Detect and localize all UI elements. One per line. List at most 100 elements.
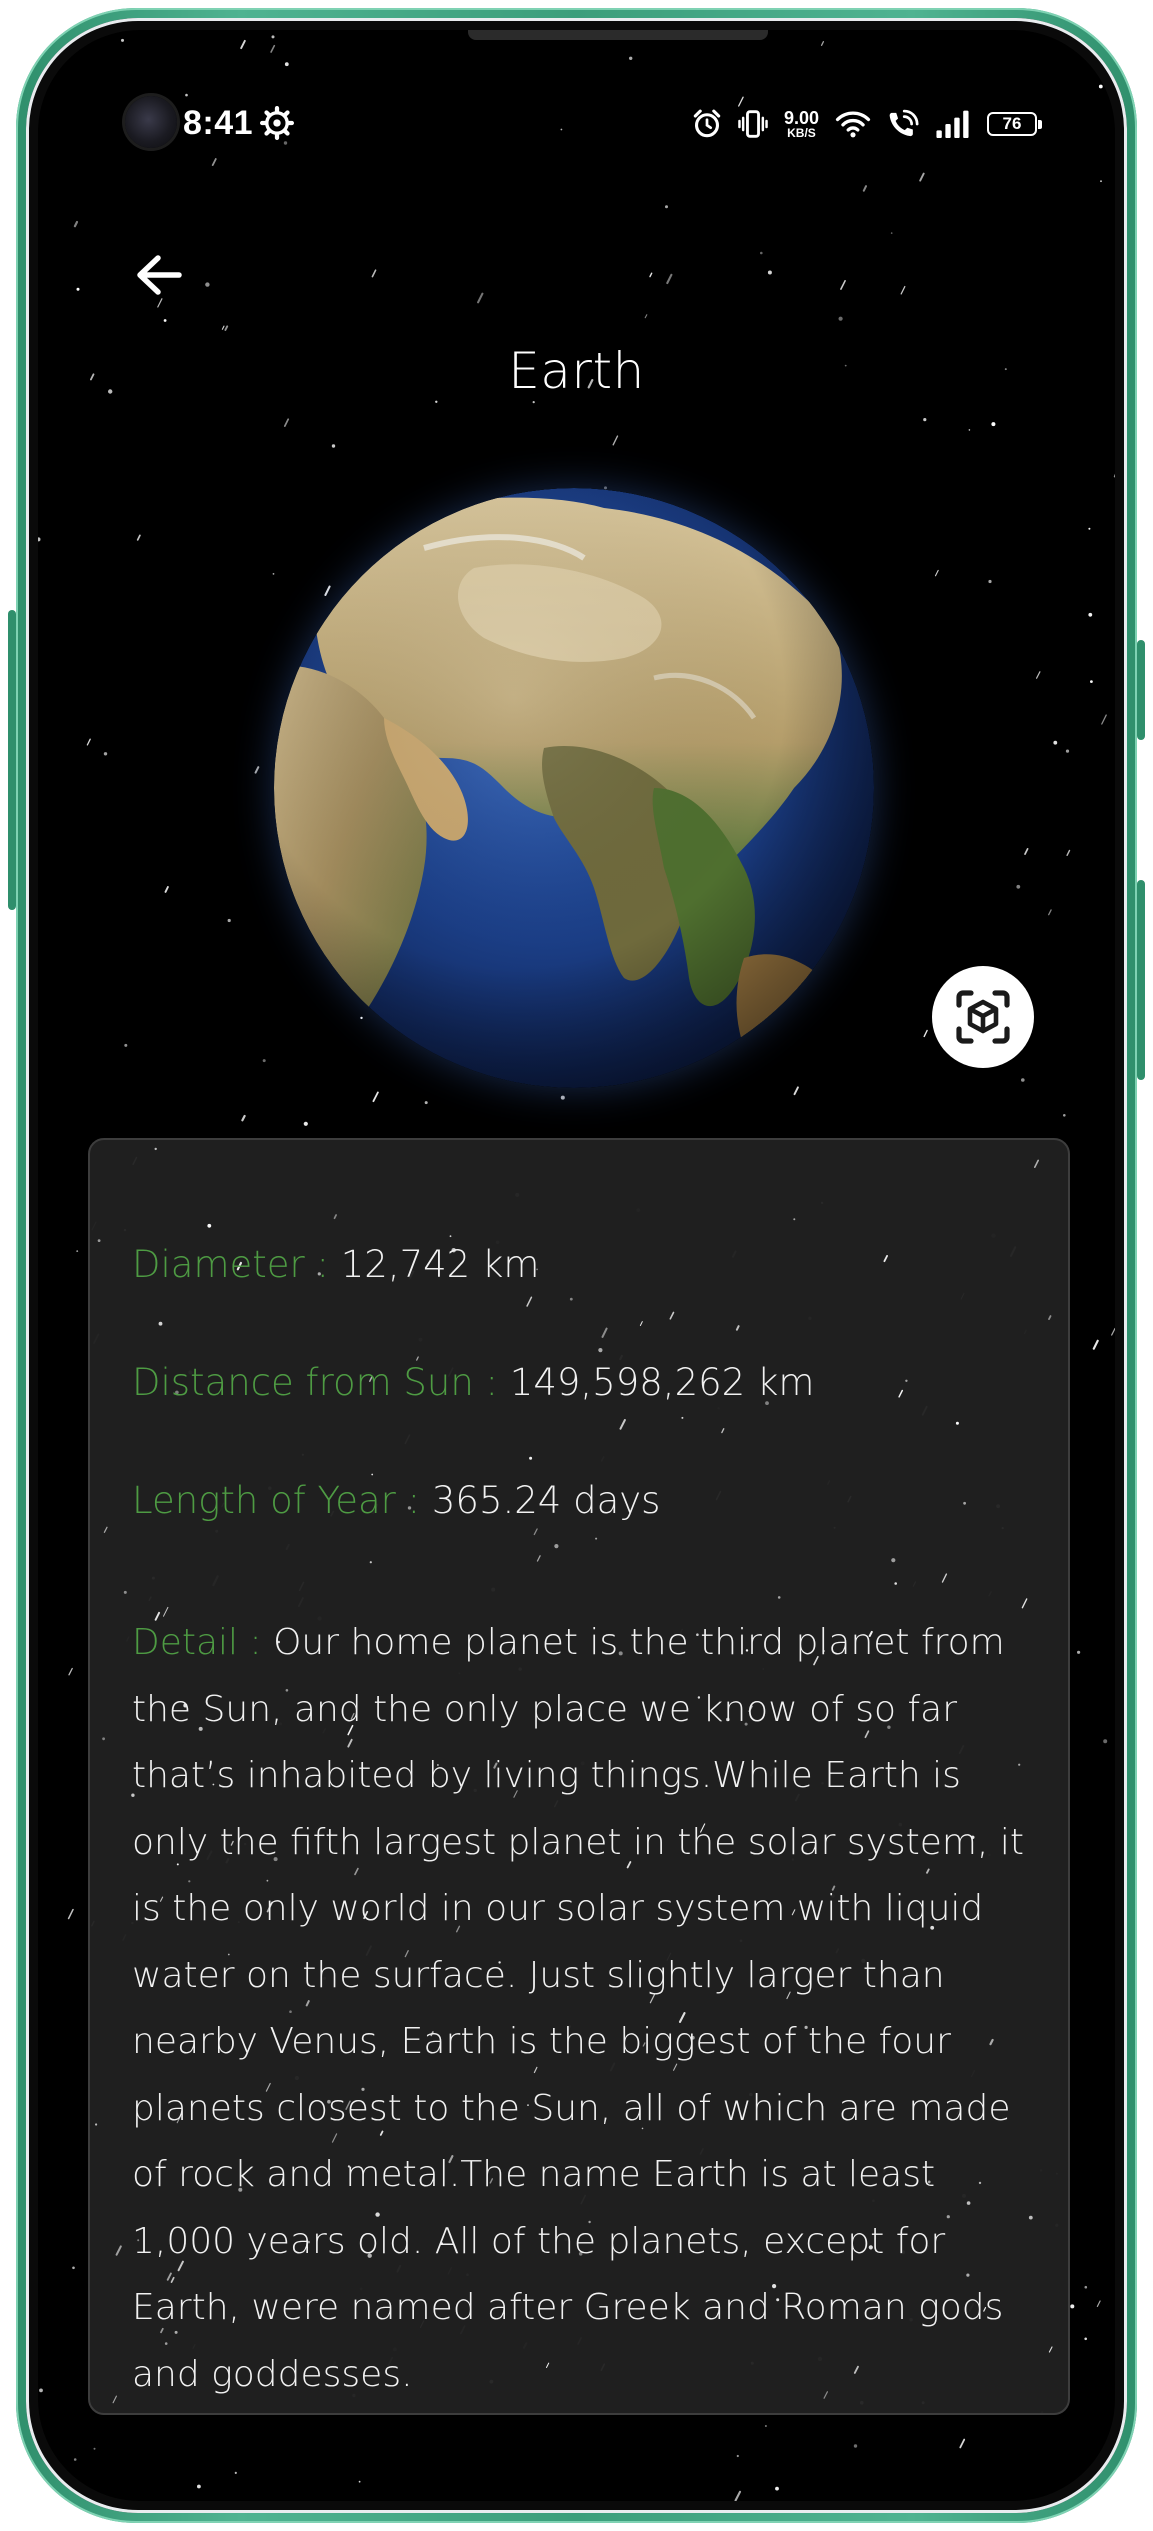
star: [185, 93, 188, 97]
back-button[interactable]: [124, 240, 194, 310]
star: [991, 422, 996, 427]
star: [86, 738, 91, 746]
star: [923, 1029, 928, 1038]
star: [533, 1528, 538, 1536]
network-speed: 9.00 KB/S: [784, 109, 819, 139]
star: [103, 1526, 108, 1533]
battery-icon: 76: [987, 112, 1042, 136]
star: [1063, 1114, 1066, 1117]
star: [595, 1537, 598, 1540]
star: [324, 585, 331, 596]
star: [1088, 527, 1091, 530]
star: [777, 1596, 781, 1599]
star: [241, 1114, 246, 1122]
star: [883, 1255, 888, 1263]
network-speed-unit: KB/S: [787, 126, 816, 140]
diameter-row: Diameter : 12,742 km: [132, 1243, 539, 1286]
app-screen: 8:41 9.00 KB/S 76 Earth Diameter: 12,74…: [38, 30, 1115, 2501]
star: [681, 1416, 684, 1419]
star: [163, 319, 167, 322]
star: [76, 1250, 79, 1252]
star: [224, 325, 229, 331]
star: [988, 579, 992, 584]
star: [721, 1428, 725, 1434]
star: [449, 1235, 452, 1238]
star: [1101, 714, 1107, 725]
star: [154, 1147, 157, 1151]
ar-cube-icon: [956, 990, 1010, 1044]
star: [123, 1590, 127, 1594]
star: [536, 1555, 541, 1562]
star: [959, 2438, 966, 2449]
detail-text: Our home planet is the third planet from…: [132, 1622, 1024, 2395]
ar-view-button[interactable]: [932, 966, 1034, 1068]
settings-gear-icon: [260, 106, 294, 140]
star: [619, 1419, 626, 1430]
star: [941, 1573, 948, 1583]
earth-3d-model[interactable]: [274, 488, 874, 1088]
star: [793, 1086, 799, 1096]
battery-level: 76: [1002, 114, 1022, 133]
star: [1090, 680, 1093, 683]
star: [934, 569, 939, 577]
star: [1021, 1598, 1028, 1609]
star: [666, 273, 673, 285]
distance-label: Distance from Sun :: [132, 1361, 499, 1404]
star: [1084, 2337, 1087, 2341]
star: [764, 2425, 767, 2427]
star: [358, 2480, 361, 2483]
star: [1084, 2285, 1088, 2289]
star: [283, 418, 290, 427]
star: [207, 1223, 212, 1228]
speaker-grille: [468, 30, 768, 40]
star: [629, 56, 633, 60]
star: [272, 573, 275, 575]
star: [115, 2245, 122, 2256]
page-title: Earth: [508, 342, 645, 400]
star: [669, 1311, 675, 1320]
star: [240, 39, 246, 50]
star: [371, 1473, 374, 1476]
star: [369, 1561, 372, 1564]
star: [526, 1296, 533, 1307]
year-length-row: Length of Year : 365.24 days: [132, 1479, 660, 1522]
wifi-calling-icon: [889, 109, 919, 137]
diameter-label: Diameter :: [132, 1243, 329, 1286]
star: [1066, 849, 1071, 856]
star: [112, 2395, 117, 2404]
star: [734, 2490, 742, 2501]
star: [760, 251, 763, 255]
star: [1021, 1078, 1025, 1082]
star: [164, 886, 169, 893]
star: [1092, 1339, 1099, 1350]
star: [793, 1218, 796, 1221]
star: [331, 444, 336, 448]
star: [1035, 671, 1041, 679]
arrow-left-icon: [137, 255, 182, 295]
star: [649, 272, 653, 278]
star: [1077, 1650, 1081, 1654]
star: [102, 1737, 105, 1741]
star: [612, 435, 619, 446]
detail-label: Detail :: [132, 1622, 262, 1663]
star: [955, 1421, 959, 1425]
star: [72, 2266, 75, 2270]
star: [67, 1908, 74, 1920]
star: [158, 1321, 163, 1326]
vibrate-icon: [738, 110, 768, 138]
star: [372, 1091, 379, 1103]
star: [891, 1558, 896, 1563]
star: [95, 2123, 98, 2126]
status-time: 8:41: [183, 104, 254, 142]
star: [963, 1501, 966, 1505]
star: [303, 1121, 308, 1126]
star: [639, 1321, 643, 1326]
star: [900, 285, 906, 295]
star: [283, 141, 288, 145]
planet-info-card: Diameter : 12,742 km Distance from Sun :…: [88, 1138, 1070, 2415]
star: [601, 1327, 608, 1338]
star: [644, 314, 648, 319]
star: [767, 270, 772, 275]
star: [73, 220, 79, 228]
star: [569, 1297, 573, 1301]
